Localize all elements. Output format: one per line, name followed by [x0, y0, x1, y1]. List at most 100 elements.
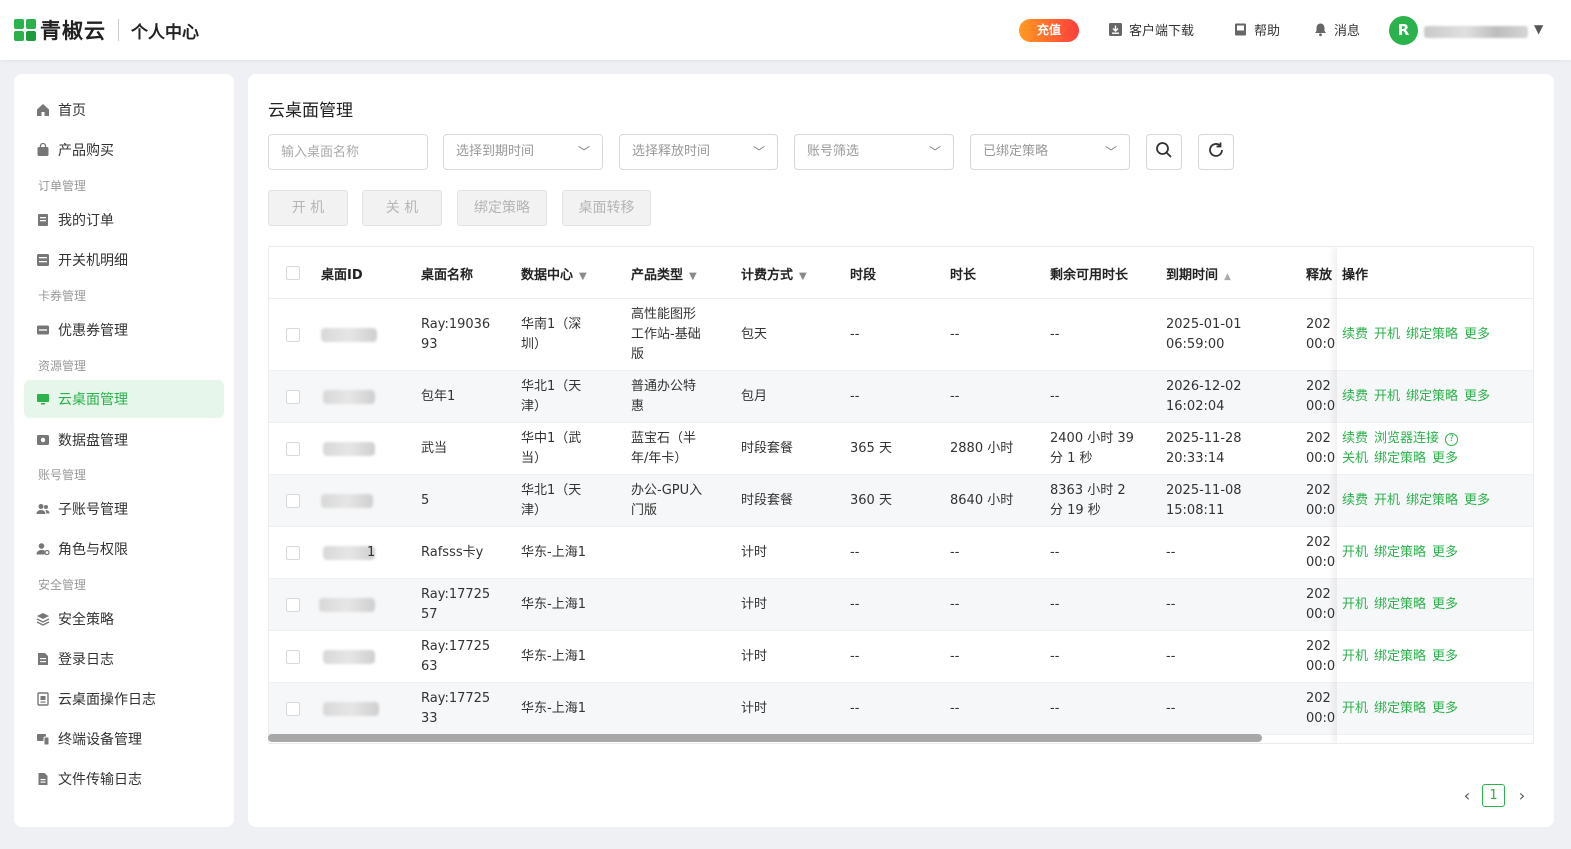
recharge-button[interactable]: 充值 — [1019, 19, 1079, 42]
search-button[interactable] — [1146, 134, 1182, 170]
messages-link[interactable]: 消息 — [1313, 20, 1360, 39]
op-link[interactable]: 续费 — [1342, 389, 1368, 404]
op-link[interactable]: 开机 — [1342, 545, 1368, 560]
op-link[interactable]: 绑定策略 — [1374, 451, 1426, 466]
op-link[interactable]: 更多 — [1464, 327, 1490, 342]
table-row[interactable]: Ray:17725 57 华东-上海1 计时 -- -- -- -- 202 00:0 开机 绑定… — [269, 579, 1533, 631]
table-row[interactable]: 1 Rafsss卡y 华东-上海1 计时 -- -- -- -- 202 00:0 开机 绑定策略更… — [269, 527, 1533, 579]
sort-icon[interactable]: ▲ — [1224, 272, 1231, 282]
op-link[interactable]: 续费 — [1342, 493, 1368, 508]
datacenter-cell: 华北1（天 津） — [521, 379, 582, 414]
op-link[interactable]: 开机 — [1342, 597, 1368, 612]
op-link[interactable]: 绑定策略 — [1374, 701, 1426, 716]
sidebar-item-data-disk[interactable]: 数据盘管理 — [24, 421, 224, 459]
op-link[interactable]: 更多 — [1432, 649, 1458, 664]
table-row[interactable]: Ray:17725 33 华东-上海1 计时 -- -- -- -- 202 00:0 开机 绑定… — [269, 683, 1533, 735]
op-link[interactable]: 续费 — [1342, 431, 1368, 446]
op-link[interactable]: 开机 — [1374, 327, 1400, 342]
row-checkbox[interactable] — [286, 650, 300, 664]
policy-filter-select[interactable]: 已绑定策略 ﹀ — [970, 134, 1130, 170]
power-on-button[interactable]: 开 机 — [268, 190, 348, 226]
filter-icon[interactable]: ▼ — [579, 271, 587, 282]
sidebar-item-my-orders[interactable]: 我的订单 — [24, 201, 224, 239]
op-link[interactable]: 绑定策略 — [1406, 327, 1458, 342]
table-row[interactable]: Ray:19036 93 华南1（深 圳） 高性能图形 工作站-基础 版 包天 -- --… — [269, 299, 1533, 371]
sidebar-item-power-log[interactable]: 开关机明细 — [24, 241, 224, 279]
op-link[interactable]: 更多 — [1432, 545, 1458, 560]
filter-icon[interactable]: ▼ — [799, 271, 807, 282]
sidebar-item-roles[interactable]: 角色与权限 — [24, 530, 224, 568]
op-link[interactable]: 更多 — [1464, 389, 1490, 404]
desktop-name-search-input[interactable] — [268, 134, 428, 170]
row-checkbox[interactable] — [286, 702, 300, 716]
expire-cell: -- — [1166, 701, 1176, 716]
sidebar-item-file-transfer-log[interactable]: 文件传输日志 — [24, 760, 224, 798]
op-link[interactable]: 更多 — [1432, 451, 1458, 466]
transfer-desktop-button[interactable]: 桌面转移 — [562, 190, 651, 226]
download-client-link[interactable]: 客户端下载 — [1108, 20, 1194, 39]
row-checkbox[interactable] — [286, 442, 300, 456]
row-checkbox[interactable] — [286, 328, 300, 342]
period-cell: 360 天 — [850, 493, 892, 508]
refresh-button[interactable] — [1198, 134, 1234, 170]
col-datacenter[interactable]: 数据中心 ▼ — [521, 264, 587, 283]
op-link[interactable]: 更多 — [1432, 701, 1458, 716]
row-checkbox[interactable] — [286, 494, 300, 508]
help-link[interactable]: 帮助 — [1233, 20, 1280, 39]
col-product-type[interactable]: 产品类型 ▼ — [631, 264, 697, 283]
next-page-icon[interactable]: › — [1512, 785, 1532, 809]
sidebar-item-security-policy[interactable]: 安全策略 — [24, 600, 224, 638]
op-link[interactable]: 绑定策略 — [1406, 389, 1458, 404]
op-link[interactable]: 绑定策略 — [1374, 545, 1426, 560]
username-redacted[interactable] — [1424, 26, 1528, 38]
brand-logo[interactable]: 青椒云 个人中心 — [14, 16, 199, 44]
account-filter-select[interactable]: 账号筛选 ﹀ — [794, 134, 954, 170]
sidebar-item-coupons[interactable]: 优惠券管理 — [24, 311, 224, 349]
op-link[interactable]: 更多 — [1464, 493, 1490, 508]
op-link[interactable]: 续费 — [1342, 327, 1368, 342]
op-link[interactable]: 绑定策略 — [1374, 597, 1426, 612]
sidebar-item-sub-accounts[interactable]: 子账号管理 — [24, 490, 224, 528]
op-link[interactable]: 浏览器连接 — [1374, 431, 1439, 446]
sidebar-item-label: 云桌面操作日志 — [58, 692, 156, 708]
help-circle-icon[interactable]: ? — [1445, 433, 1459, 446]
select-all-checkbox[interactable] — [286, 266, 300, 280]
sidebar-item-desktop-ops-log[interactable]: 云桌面操作日志 — [24, 680, 224, 718]
horizontal-scrollbar[interactable] — [268, 734, 1262, 742]
sidebar-item-login-log[interactable]: 登录日志 — [24, 640, 224, 678]
table-row[interactable]: 武当 华中1（武 当） 蓝宝石（半 年/年卡） 时段套餐 365 天 2880 小时 240… — [269, 423, 1533, 475]
chevron-down-icon[interactable]: ▼ — [1534, 22, 1543, 36]
row-checkbox[interactable] — [286, 546, 300, 560]
power-off-button[interactable]: 关 机 — [362, 190, 442, 226]
desktop-id-redacted — [321, 494, 373, 508]
table-row[interactable]: 包年1 华北1（天 津） 普通办公特 惠 包月 -- -- -- 2026-12-02 16:… — [269, 371, 1533, 423]
messages-label: 消息 — [1334, 24, 1361, 39]
expire-time-select[interactable]: 选择到期时间 ﹀ — [443, 134, 603, 170]
sidebar-item-purchase[interactable]: 产品购买 — [24, 131, 224, 169]
duration-cell: -- — [950, 389, 960, 404]
op-link[interactable]: 开机 — [1342, 701, 1368, 716]
user-avatar[interactable]: R — [1389, 16, 1418, 45]
op-link[interactable]: 关机 — [1342, 451, 1368, 466]
op-link[interactable]: 开机 — [1342, 649, 1368, 664]
col-expire[interactable]: 到期时间 ▲ — [1166, 264, 1231, 283]
sidebar-item-home[interactable]: 首页 — [24, 91, 224, 129]
sidebar-item-terminal-devices[interactable]: 终端设备管理 — [24, 720, 224, 758]
col-desktop-id: 桌面ID — [321, 268, 363, 283]
table-row[interactable]: 5 华北1（天 津） 办公-GPU入 门版 时段套餐 360 天 8640 小时 8363 … — [269, 475, 1533, 527]
col-billing[interactable]: 计费方式 ▼ — [741, 264, 807, 283]
row-checkbox[interactable] — [286, 390, 300, 404]
prev-page-icon[interactable]: ‹ — [1457, 785, 1477, 809]
release-time-select[interactable]: 选择释放时间 ﹀ — [619, 134, 778, 170]
filter-icon[interactable]: ▼ — [689, 271, 697, 282]
sidebar-item-cloud-desktop[interactable]: 云桌面管理 — [24, 380, 224, 418]
table-row[interactable]: Ray:17725 63 华东-上海1 计时 -- -- -- -- 202 00:0 开机 绑定… — [269, 631, 1533, 683]
op-link[interactable]: 更多 — [1432, 597, 1458, 612]
page-number-current[interactable]: 1 — [1482, 784, 1505, 807]
op-link[interactable]: 开机 — [1374, 493, 1400, 508]
row-checkbox[interactable] — [286, 598, 300, 612]
op-link[interactable]: 绑定策略 — [1406, 493, 1458, 508]
op-link[interactable]: 绑定策略 — [1374, 649, 1426, 664]
op-link[interactable]: 开机 — [1374, 389, 1400, 404]
bind-policy-button[interactable]: 绑定策略 — [457, 190, 547, 226]
